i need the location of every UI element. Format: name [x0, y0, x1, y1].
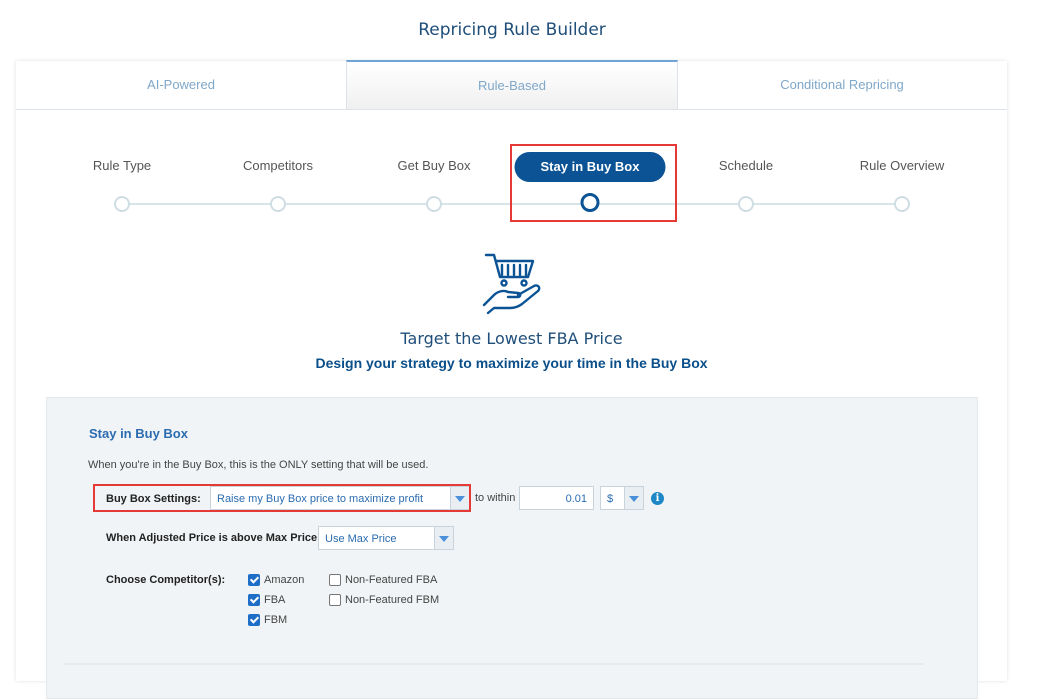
divider	[64, 663, 924, 665]
max-price-value: Use Max Price	[325, 533, 397, 545]
currency-value: $	[607, 493, 614, 505]
checkbox-checked-icon	[248, 594, 260, 606]
step-dot-competitors[interactable]	[270, 196, 286, 212]
active-step-highlight	[510, 144, 677, 222]
checkbox-amazon[interactable]: Amazon	[248, 574, 304, 586]
step-competitors[interactable]: Competitors	[243, 158, 313, 173]
tab-bar: AI-Powered Rule-Based Conditional Repric…	[16, 60, 1007, 110]
checkbox-checked-icon	[248, 614, 260, 626]
checkbox-unchecked-icon	[329, 594, 341, 606]
hero-title: Target the Lowest FBA Price	[400, 329, 623, 348]
step-dot-rule-overview[interactable]	[894, 196, 910, 212]
checkbox-label: Amazon	[264, 574, 305, 586]
checkbox-fba[interactable]: FBA	[248, 594, 285, 606]
chevron-down-icon	[624, 487, 643, 509]
checkbox-checked-icon	[248, 574, 260, 586]
within-amount-input[interactable]: 0.01	[519, 486, 594, 510]
cart-in-hand-icon	[482, 253, 541, 315]
step-dot-rule-type[interactable]	[114, 196, 130, 212]
tab-rule-based[interactable]: Rule-Based	[346, 60, 678, 109]
max-price-select[interactable]: Use Max Price	[318, 526, 454, 550]
step-schedule[interactable]: Schedule	[719, 158, 773, 173]
to-within-label: to within	[475, 492, 516, 504]
checkbox-fbm[interactable]: FBM	[248, 614, 287, 626]
choose-competitors-label: Choose Competitor(s):	[106, 574, 226, 586]
step-dot-get-buy-box[interactable]	[426, 196, 442, 212]
checkbox-label: FBA	[264, 594, 286, 606]
info-icon[interactable]: i	[651, 492, 664, 505]
step-dot-schedule[interactable]	[738, 196, 754, 212]
buy-box-settings-highlight	[93, 484, 471, 512]
panel-title: Stay in Buy Box	[89, 426, 188, 441]
checkbox-non-featured-fba[interactable]: Non-Featured FBA	[329, 574, 437, 586]
step-get-buy-box[interactable]: Get Buy Box	[398, 158, 471, 173]
step-rule-type[interactable]: Rule Type	[93, 158, 151, 173]
panel-note: When you're in the Buy Box, this is the …	[88, 459, 429, 471]
checkbox-label: Non-Featured FBM	[345, 594, 440, 606]
stay-in-buy-box-panel: Stay in Buy Box When you're in the Buy B…	[46, 397, 978, 699]
checkbox-label: FBM	[264, 614, 288, 626]
currency-select[interactable]: $	[600, 486, 644, 510]
hero-subtitle: Design your strategy to maximize your ti…	[315, 355, 708, 371]
checkbox-non-featured-fbm[interactable]: Non-Featured FBM	[329, 594, 439, 606]
checkbox-unchecked-icon	[329, 574, 341, 586]
max-price-label: When Adjusted Price is above Max Price:	[106, 532, 321, 544]
page-title: Repricing Rule Builder	[418, 20, 606, 40]
tab-ai-powered[interactable]: AI-Powered	[16, 61, 346, 109]
rule-builder-card: AI-Powered Rule-Based Conditional Repric…	[16, 60, 1007, 699]
chevron-down-icon	[434, 527, 453, 549]
tab-conditional-repricing[interactable]: Conditional Repricing	[677, 61, 1007, 109]
checkbox-label: Non-Featured FBA	[345, 574, 438, 586]
step-rule-overview[interactable]: Rule Overview	[860, 158, 945, 173]
